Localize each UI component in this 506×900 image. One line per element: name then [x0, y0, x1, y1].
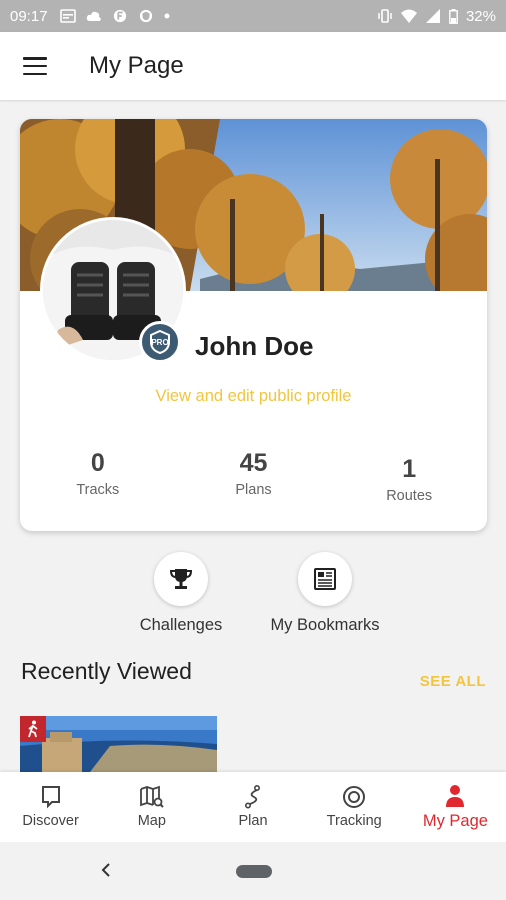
pro-badge-text: PRO: [151, 338, 168, 347]
cloud-icon: [86, 11, 101, 21]
plan-icon: [244, 785, 260, 809]
page-title: My Page: [89, 52, 184, 79]
discover-icon: [41, 786, 60, 809]
map-icon: [139, 785, 164, 808]
nav-plan[interactable]: Plan: [202, 772, 303, 842]
nav-label: My Page: [422, 811, 488, 830]
stat-value: 45: [239, 449, 268, 477]
battery-percent: 32%: [465, 7, 496, 25]
bookmarks-label: My Bookmarks: [270, 616, 380, 634]
hiker-icon: [20, 716, 46, 742]
trophy-icon: [170, 569, 192, 589]
app-icon: [113, 9, 126, 23]
signal-icon: [425, 9, 440, 23]
user-name: John Doe: [195, 331, 314, 361]
nav-label: Plan: [238, 813, 268, 829]
stat-label: Routes: [386, 488, 433, 504]
nav-label: Map: [137, 813, 166, 829]
dot-icon: [164, 13, 170, 19]
calendar-icon: [59, 9, 76, 23]
app-bar: My Page: [0, 32, 506, 100]
stat-label: Tracks: [76, 482, 120, 498]
stat-label: Plans: [235, 482, 272, 498]
bottom-nav: Discover Map Plan Tracking My Page: [0, 772, 506, 842]
nav-tracking[interactable]: Tracking: [304, 772, 405, 842]
nav-my-page[interactable]: My Page: [405, 772, 506, 842]
nav-label: Tracking: [326, 813, 382, 829]
status-bar: 09:17 32%: [0, 0, 506, 32]
nav-discover[interactable]: Discover: [0, 772, 101, 842]
vibrate-icon: [378, 9, 392, 23]
challenges-shortcut[interactable]: Challenges: [131, 552, 231, 635]
profile-card: PRO John Doe View and edit public profil…: [20, 119, 487, 531]
pro-badge-icon: PRO: [139, 321, 181, 363]
stat-tracks[interactable]: 0 Tracks: [20, 449, 176, 504]
stat-value: 0: [90, 449, 105, 477]
wifi-icon: [400, 9, 417, 23]
shield-icon: [139, 9, 152, 23]
tracking-icon: [343, 786, 366, 808]
see-all-link[interactable]: SEE ALL: [420, 673, 486, 690]
home-button[interactable]: [236, 865, 272, 878]
stat-plans[interactable]: 45 Plans: [176, 449, 332, 504]
stats-row: 0 Tracks 45 Plans 1 Routes: [20, 449, 487, 504]
recent-item-thumbnail[interactable]: [20, 716, 217, 772]
challenges-label: Challenges: [139, 616, 223, 634]
nav-map[interactable]: Map: [101, 772, 202, 842]
challenges-button[interactable]: [154, 552, 208, 606]
chevron-left-icon: [101, 863, 110, 877]
person-icon: [446, 784, 465, 807]
bookmarks-shortcut[interactable]: My Bookmarks: [265, 552, 385, 635]
bookmarks-button[interactable]: [298, 552, 352, 606]
edit-profile-link[interactable]: View and edit public profile: [20, 387, 487, 406]
stat-value: 1: [402, 455, 417, 483]
battery-icon: [449, 8, 458, 24]
bookmarks-icon: [314, 568, 336, 590]
nav-label: Discover: [22, 813, 79, 829]
hamburger-icon[interactable]: [23, 57, 47, 75]
recently-viewed-title: Recently Viewed: [21, 658, 192, 684]
recent-item-photo: [20, 716, 217, 772]
back-button[interactable]: [96, 858, 116, 882]
stat-routes[interactable]: 1 Routes: [331, 449, 487, 504]
status-time: 09:17: [10, 7, 48, 25]
